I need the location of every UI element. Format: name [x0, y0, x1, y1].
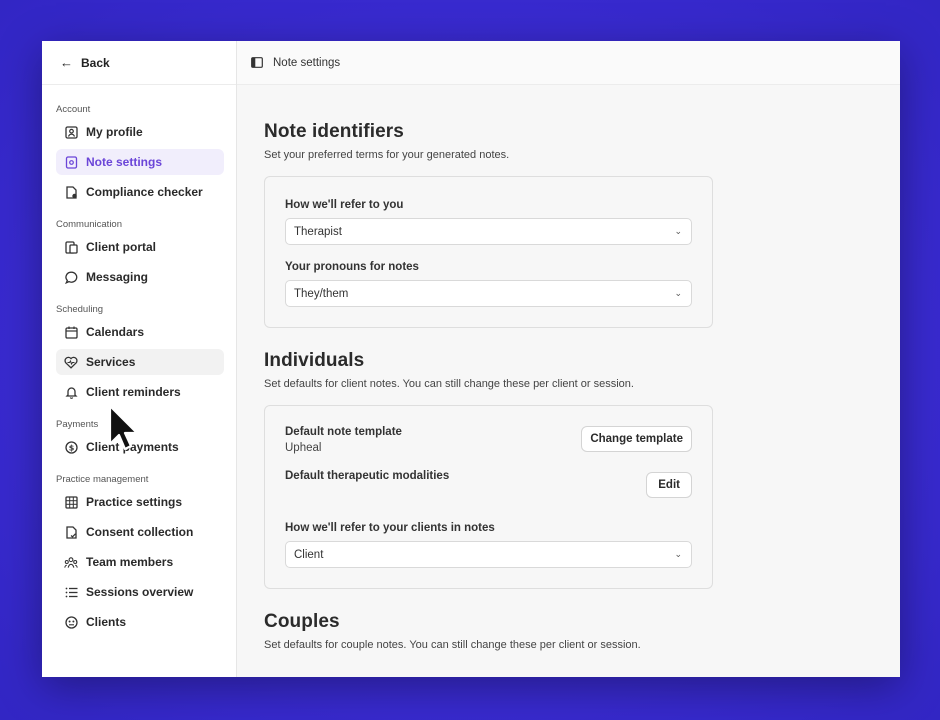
sidebar-item-client-portal[interactable]: Client portal: [56, 234, 224, 260]
settings-content: Note identifiers Set your preferred term…: [237, 121, 900, 651]
app-window: ← Back Account My profile Note settings …: [42, 41, 900, 677]
group-title-scheduling: Scheduling: [56, 304, 104, 315]
pronouns-select[interactable]: They/them ⌄: [285, 280, 692, 307]
consent-icon: [64, 525, 78, 539]
sidebar-item-client-reminders[interactable]: Client reminders: [56, 379, 224, 405]
chevron-down-icon: ⌄: [674, 226, 682, 236]
refer-select[interactable]: Therapist ⌄: [285, 218, 692, 245]
arrow-left-icon: ←: [60, 55, 73, 70]
section-subtitle: Set your preferred terms for your genera…: [264, 149, 510, 161]
sidebar-item-label: Note settings: [86, 155, 163, 169]
section-title-note-identifiers: Note identifiers: [264, 121, 404, 142]
sidebar-item-label: Services: [86, 355, 136, 369]
group-title-payments: Payments: [56, 419, 99, 430]
mouse-cursor-icon: [108, 404, 139, 457]
section-title-individuals: Individuals: [264, 350, 365, 371]
page-title: Note settings: [273, 56, 341, 69]
sidebar-item-messaging[interactable]: Messaging: [56, 264, 224, 290]
section-subtitle: Set defaults for client notes. You can s…: [264, 378, 634, 390]
template-row: Default note template Upheal Change temp…: [285, 426, 692, 454]
pronouns-label: Your pronouns for notes: [285, 261, 419, 273]
back-button[interactable]: ← Back: [42, 41, 236, 85]
sidebar-item-label: Messaging: [86, 270, 149, 284]
sidebar-item-sessions-overview[interactable]: Sessions overview: [56, 579, 224, 605]
sidebar-item-practice-settings[interactable]: Practice settings: [56, 489, 224, 515]
chevron-down-icon: ⌄: [674, 549, 682, 559]
svg-text:$: $: [68, 443, 74, 452]
settings-sidebar: ← Back Account My profile Note settings …: [42, 41, 237, 677]
sidebar-toggle-icon[interactable]: [251, 57, 263, 68]
compliance-icon: [64, 185, 78, 199]
note-identifiers-card: How we'll refer to you Therapist ⌄ Your …: [264, 176, 713, 328]
sidebar-item-note-settings[interactable]: Note settings: [56, 149, 224, 175]
modalities-row: Default therapeutic modalities Edit: [285, 468, 692, 498]
dollar-icon: $: [64, 440, 78, 454]
refer-label: How we'll refer to you: [285, 199, 404, 211]
sidebar-item-label: Team members: [86, 555, 174, 569]
sidebar-item-label: My profile: [86, 125, 143, 139]
sidebar-item-label: Client reminders: [86, 385, 181, 399]
sidebar-item-team-members[interactable]: Team members: [56, 549, 224, 575]
sidebar-item-clients[interactable]: Clients: [56, 609, 224, 635]
sidebar-item-client-payments[interactable]: $ Client payments: [56, 434, 224, 460]
top-bar: Note settings: [237, 41, 900, 85]
sidebar-item-label: Calendars: [86, 325, 145, 339]
edit-modalities-button[interactable]: Edit: [646, 472, 692, 498]
refer-value: Therapist: [294, 225, 342, 238]
portal-icon: [64, 240, 78, 254]
sidebar-item-label: Client portal: [86, 240, 157, 254]
clients-label: How we'll refer to your clients in notes: [285, 522, 495, 534]
clients-icon: [64, 615, 78, 629]
sidebar-item-compliance-checker[interactable]: Compliance checker: [56, 179, 224, 205]
note-settings-icon: [64, 155, 78, 169]
sidebar-item-label: Sessions overview: [86, 585, 194, 599]
change-template-button[interactable]: Change template: [581, 426, 692, 452]
group-title-communication: Communication: [56, 219, 122, 230]
template-value: Upheal: [285, 442, 322, 454]
services-icon: [64, 355, 78, 369]
sidebar-item-label: Consent collection: [86, 525, 194, 539]
modalities-label: Default therapeutic modalities: [285, 470, 450, 482]
sidebar-item-my-profile[interactable]: My profile: [56, 119, 224, 145]
list-icon: [64, 585, 78, 599]
pronouns-value: They/them: [294, 287, 349, 300]
sidebar-item-calendars[interactable]: Calendars: [56, 319, 224, 345]
profile-icon: [64, 125, 78, 139]
chevron-down-icon: ⌄: [674, 288, 682, 298]
sidebar-item-services[interactable]: Services: [56, 349, 224, 375]
sidebar-item-consent-collection[interactable]: Consent collection: [56, 519, 224, 545]
clients-select[interactable]: Client ⌄: [285, 541, 692, 568]
group-title-account: Account: [56, 104, 91, 115]
grid-icon: [64, 495, 78, 509]
main-panel: Note settings Note identifiers Set your …: [237, 41, 900, 677]
back-label: Back: [81, 55, 110, 70]
template-label: Default note template: [285, 426, 402, 438]
section-title-couples: Couples: [264, 611, 340, 632]
clients-value: Client: [294, 548, 324, 561]
sidebar-item-label: Compliance checker: [86, 185, 203, 199]
section-subtitle: Set defaults for couple notes. You can s…: [264, 639, 641, 651]
sidebar-item-label: Practice settings: [86, 495, 183, 509]
group-title-practice-management: Practice management: [56, 474, 149, 485]
bell-icon: [64, 385, 78, 399]
team-icon: [64, 555, 78, 569]
message-icon: [64, 270, 78, 284]
sidebar-item-label: Clients: [86, 615, 127, 629]
individuals-card: Default note template Upheal Change temp…: [264, 405, 713, 589]
calendar-icon: [64, 325, 78, 339]
